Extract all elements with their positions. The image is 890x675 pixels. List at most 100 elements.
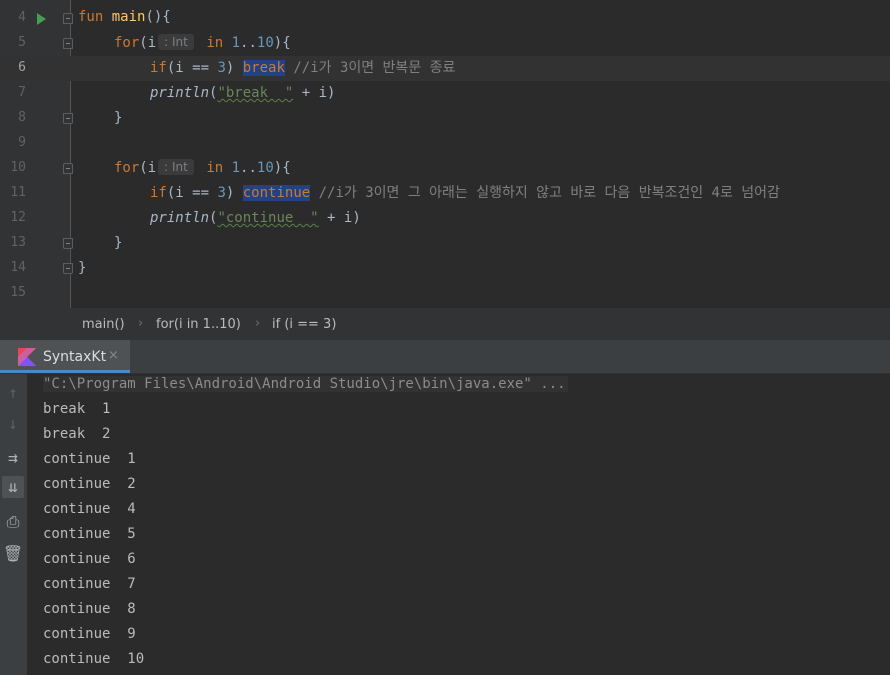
number: 10	[256, 160, 274, 176]
console-line: continue 4	[43, 501, 136, 517]
fold-marker-icon[interactable]	[63, 113, 73, 124]
code-text: + i)	[293, 85, 336, 101]
line-number: 12	[10, 210, 26, 225]
console-line: continue 5	[43, 526, 136, 542]
fold-marker-icon[interactable]	[63, 163, 73, 174]
code-text: )	[225, 185, 235, 201]
code-text: (i	[139, 160, 157, 176]
console-line: break 2	[43, 426, 111, 442]
line-number: 7	[18, 85, 26, 100]
selected-keyword[interactable]: continue	[242, 185, 311, 201]
breadcrumb-item-main[interactable]: main()	[82, 317, 125, 332]
close-icon[interactable]: ×	[108, 348, 119, 363]
breadcrumb-item-for[interactable]: for(i in 1..10)	[156, 317, 241, 332]
string-literal: "continue "	[217, 210, 319, 226]
console-line: "C:\Program Files\Android\Android Studio…	[43, 376, 568, 392]
soft-wrap-icon[interactable]: ⇉	[2, 447, 24, 469]
line-number: 5	[18, 35, 26, 50]
operator: ..	[240, 160, 257, 176]
code-text: }	[78, 260, 87, 276]
keyword: for	[114, 35, 140, 51]
code-line-11[interactable]: 11 if(i == 3) continue //i가 3이면 그 아래는 실행…	[0, 181, 890, 206]
code-line-12[interactable]: 12 println("continue " + i)	[0, 206, 890, 231]
selected-keyword[interactable]: break	[242, 60, 285, 76]
number: 3	[217, 60, 226, 76]
code-text: (i	[139, 35, 157, 51]
keyword: if	[150, 60, 167, 76]
code-line-7[interactable]: 7 println("break " + i)	[0, 81, 890, 106]
console-line: break 1	[43, 401, 111, 417]
number: 1	[231, 35, 241, 51]
code-line-15[interactable]: 15	[0, 281, 890, 306]
keyword: in	[206, 35, 224, 51]
line-number: 8	[18, 110, 26, 125]
line-number: 13	[10, 235, 26, 250]
code-text: )	[225, 60, 235, 76]
number: 10	[256, 35, 274, 51]
keyword: fun	[78, 9, 104, 25]
console-line: continue 1	[43, 451, 136, 467]
trash-icon[interactable]: 🗑	[2, 543, 24, 565]
scroll-to-end-icon[interactable]: ⇊	[2, 476, 24, 498]
number: 3	[217, 185, 226, 201]
function-call: println	[150, 210, 210, 226]
console-command[interactable]: "C:\Program Files\Android\Android Studio…	[43, 376, 568, 392]
keyword: if	[150, 185, 167, 201]
console-line: continue 10	[43, 651, 145, 667]
code-text: (i ==	[166, 60, 218, 76]
function-name: main	[111, 9, 146, 25]
code-line-13[interactable]: 13 }	[0, 231, 890, 256]
fold-marker-icon[interactable]	[63, 238, 73, 249]
kotlin-logo-icon	[18, 348, 36, 366]
line-number: 10	[10, 160, 26, 175]
chevron-right-icon: ›	[255, 316, 261, 331]
breadcrumb: main() › for(i in 1..10) › if (i == 3)	[0, 308, 890, 340]
line-number: 14	[10, 260, 26, 275]
fold-marker-icon[interactable]	[63, 38, 73, 49]
console-line: continue 8	[43, 601, 136, 617]
line-number: 15	[10, 285, 26, 300]
console-line: continue 9	[43, 626, 136, 642]
arrow-up-icon[interactable]: ↑	[2, 382, 24, 404]
run-tool-window-header: SyntaxKt ×	[0, 340, 890, 374]
chevron-right-icon: ›	[138, 316, 144, 331]
arrow-down-icon[interactable]: ↓	[2, 413, 24, 435]
console-output[interactable]: "C:\Program Files\Android\Android Studio…	[27, 374, 890, 675]
fold-marker-icon[interactable]	[63, 13, 73, 24]
run-tab-syntaxkt[interactable]: SyntaxKt ×	[0, 340, 130, 373]
code-line-8[interactable]: 8 }	[0, 106, 890, 131]
string-literal: "break "	[217, 85, 294, 101]
code-line-14[interactable]: 14 }	[0, 256, 890, 281]
code-text: ){	[273, 160, 291, 176]
comment: //i가 3이면 반복문 종료	[293, 60, 456, 76]
print-icon[interactable]: ⎙	[2, 511, 24, 533]
console-line: continue 7	[43, 576, 136, 592]
code-line-4[interactable]: 4 fun main(){	[0, 6, 890, 31]
keyword: for	[114, 160, 140, 176]
code-text: }	[114, 235, 123, 251]
code-text: ){	[273, 35, 291, 51]
run-toolbar: ↑ ↓ ⇉ ⇊ ⎙ 🗑	[0, 374, 27, 675]
code-text: }	[114, 110, 123, 126]
code-line-5[interactable]: 5 for(i: Int in 1..10){	[0, 31, 890, 56]
code-line-6[interactable]: 6 if(i == 3) break //i가 3이면 반복문 종료	[0, 56, 890, 81]
breadcrumb-item-if[interactable]: if (i == 3)	[272, 317, 336, 332]
console-line: continue 6	[43, 551, 136, 567]
operator: ..	[240, 35, 257, 51]
code-text: + i)	[318, 210, 361, 226]
console-line: continue 2	[43, 476, 136, 492]
line-number: 9	[18, 135, 26, 150]
run-tab-label: SyntaxKt	[43, 349, 107, 365]
code-line-9[interactable]: 9	[0, 131, 890, 156]
comment: //i가 3이면 그 아래는 실행하지 않고 바로 다음 반복조건인 4로 넘어…	[318, 185, 780, 201]
line-number: 11	[10, 185, 26, 200]
type-hint: : Int	[158, 34, 194, 50]
code-text: (){	[145, 9, 171, 25]
code-text: (i ==	[166, 185, 218, 201]
code-editor[interactable]: 4 fun main(){ 5 for(i: Int in 1..10){ 6 …	[0, 0, 890, 308]
run-gutter-icon[interactable]	[37, 13, 46, 25]
fold-marker-icon[interactable]	[63, 263, 73, 274]
code-line-10[interactable]: 10 for(i: Int in 1..10){	[0, 156, 890, 181]
keyword: in	[206, 160, 224, 176]
number: 1	[231, 160, 241, 176]
